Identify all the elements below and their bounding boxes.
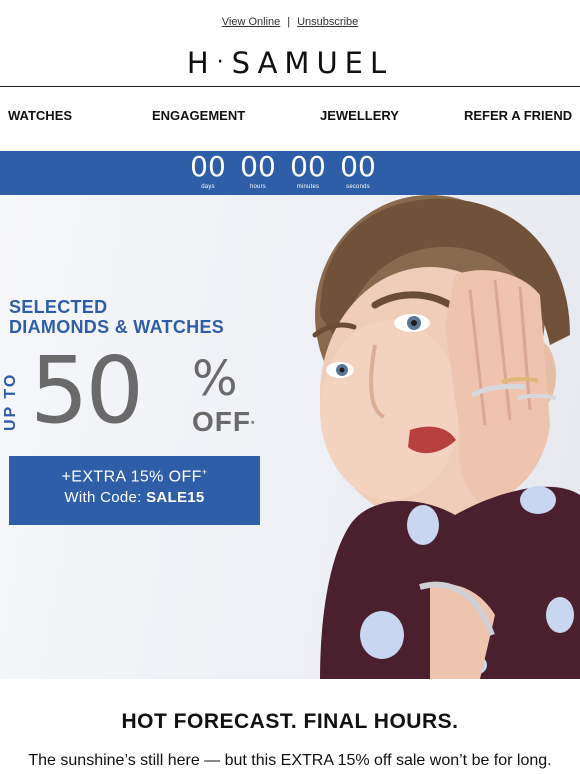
promo-heading: SELECTED DIAMONDS & WATCHES	[9, 297, 224, 337]
countdown-value: 00	[190, 150, 226, 183]
email-headline: HOT FORECAST. FINAL HOURS.	[121, 710, 459, 733]
model-photo	[312, 195, 580, 679]
nav-refer-a-friend[interactable]: REFER A FRIEND	[464, 108, 572, 123]
countdown-label: seconds	[346, 184, 370, 190]
off-text: OFF	[192, 406, 251, 437]
email-subline: The sunshine’s still here — but this EXT…	[28, 752, 552, 769]
promo-heading-line2: DIAMONDS & WATCHES	[9, 317, 225, 337]
extra-offer-text: +EXTRA 15% OFF	[61, 468, 202, 486]
nav-engagement[interactable]: ENGAGEMENT	[152, 108, 245, 123]
up-to-label: UP TO	[2, 372, 19, 431]
extra-offer-line: +EXTRA 15% OFF+	[9, 467, 260, 486]
countdown-label: days	[201, 184, 215, 190]
countdown-hours: 00 hours	[234, 151, 282, 191]
extra-offer-mark: +	[201, 467, 208, 477]
view-online-link[interactable]: View Online	[222, 16, 281, 28]
countdown-days: 00 days	[184, 151, 232, 191]
countdown-label: hours	[249, 184, 266, 190]
hero-banner[interactable]: SELECTED DIAMONDS & WATCHES UP TO 50 % O…	[0, 195, 580, 679]
promo-code-line: With Code: SALE15	[9, 489, 260, 506]
top-links: View Online | Unsubscribe	[0, 16, 580, 28]
countdown-value: 00	[290, 150, 326, 183]
extra-offer-code-box[interactable]: +EXTRA 15% OFF+ With Code: SALE15	[9, 456, 260, 525]
off-footnote-mark: *	[251, 419, 256, 429]
promo-heading-line1: SELECTED	[9, 297, 108, 317]
discount-value: 50	[30, 337, 144, 444]
link-separator: |	[287, 16, 291, 28]
logo-dot: ·	[216, 50, 231, 75]
countdown-minutes: 00 minutes	[284, 151, 332, 191]
nav-watches[interactable]: WATCHES	[8, 108, 72, 123]
countdown-label: minutes	[296, 184, 320, 190]
percent-sign: %	[192, 351, 238, 407]
promo-code: SALE15	[146, 489, 205, 507]
promo-code-prefix: With Code:	[64, 489, 147, 507]
nav-jewellery[interactable]: JEWELLERY	[320, 108, 399, 123]
countdown-seconds: 00 seconds	[334, 151, 382, 191]
logo-wordmark: SAMUEL	[231, 46, 394, 80]
countdown-value: 00	[340, 150, 376, 183]
logo-letter: H	[186, 46, 216, 80]
countdown-timer: 00 days 00 hours 00 minutes 00 seconds	[0, 151, 580, 195]
unsubscribe-link[interactable]: Unsubscribe	[297, 16, 358, 28]
off-label: OFF*	[192, 407, 256, 437]
header-divider	[0, 86, 580, 87]
countdown-value: 00	[240, 150, 276, 183]
brand-logo[interactable]: H·SAMUEL	[0, 46, 580, 80]
main-nav: WATCHES ENGAGEMENT JEWELLERY REFER A FRI…	[0, 108, 580, 126]
